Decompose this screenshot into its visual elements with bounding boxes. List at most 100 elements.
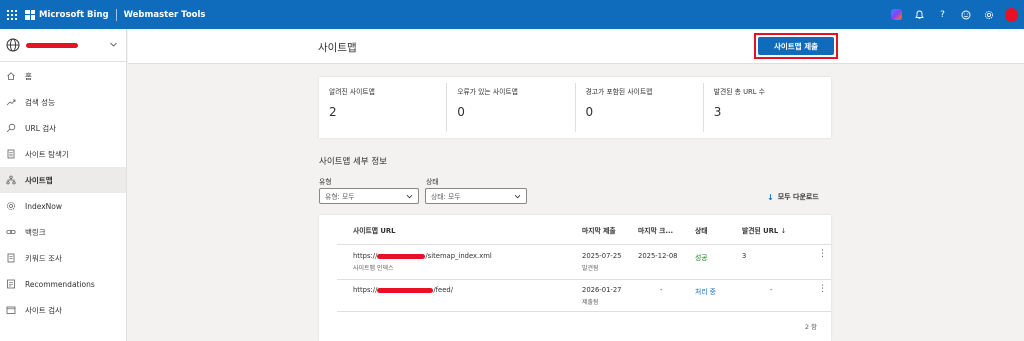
type-filter-label: 유형 (319, 178, 332, 186)
link-icon (6, 227, 16, 237)
list-icon (6, 279, 16, 289)
more-actions-icon[interactable]: ⋮ (818, 284, 827, 294)
download-icon: ↓ (767, 192, 774, 202)
row-divider (337, 244, 831, 245)
stat-card-warning-sitemaps: 경고가 포함된 사이트맵 0 (576, 83, 704, 132)
row-divider (337, 311, 831, 312)
column-header-url[interactable]: 사이트맵 URL (353, 225, 395, 235)
redaction-mark (377, 253, 426, 259)
stat-label: 경고가 포함된 사이트맵 (585, 88, 653, 96)
stat-card-known-sitemaps: 알려진 사이트맵 2 (319, 83, 448, 132)
bell-icon[interactable] (913, 8, 926, 21)
last-crawled-cell: 2025-12-08 (638, 252, 678, 260)
chevron-down-icon[interactable] (109, 40, 118, 49)
status-filter-label: 상태 (426, 178, 439, 186)
microsoft-logo-icon (25, 9, 35, 20)
brand-divider (115, 8, 117, 21)
gear-icon (6, 201, 16, 211)
sidebar-item-label: 키워드 조사 (25, 253, 62, 263)
document-icon (6, 253, 16, 263)
column-header-discovered-urls[interactable]: 발견된 URL ↓ (742, 225, 786, 235)
url-suffix: /feed/ (433, 286, 454, 294)
sidebar-item-url-inspection[interactable]: URL 검사 (0, 115, 126, 141)
sidebar-item-label: URL 검사 (25, 123, 57, 133)
type-filter-value: 유형: 모두 (325, 193, 355, 201)
redaction-mark (26, 43, 78, 48)
sidebar-item-label: 홈 (25, 71, 32, 81)
column-header-last-crawled[interactable]: 마지막 크... (638, 225, 673, 235)
avatar[interactable] (1005, 7, 1018, 22)
sitemap-url-cell[interactable]: https:// /feed/ (353, 286, 453, 294)
top-bar: Microsoft Bing Webmaster Tools ? (0, 0, 1024, 29)
globe-icon (6, 38, 20, 52)
column-header-status[interactable]: 상태 (695, 225, 708, 235)
last-submitted-date: 2025-07-25 (582, 252, 622, 260)
status-cell: 성공 (695, 254, 708, 262)
chevron-down-icon (514, 194, 521, 199)
sidebar-item-label: 사이트맵 (25, 175, 53, 185)
last-submitted-cell: 2025-07-25 발견됨 (582, 252, 622, 272)
discovered-urls-cell: - (770, 286, 773, 294)
page-title: 사이트맵 (318, 42, 357, 54)
column-header-last-submitted[interactable]: 마지막 제출 (582, 225, 616, 235)
redaction-mark (377, 287, 434, 293)
sitemap-type: 사이트맵 인덱스 (353, 265, 394, 272)
stat-card-error-sitemaps: 오류가 있는 사이트맵 0 (447, 83, 576, 132)
sidebar-item-keyword-research[interactable]: 키워드 조사 (0, 245, 126, 271)
chevron-down-icon (406, 194, 413, 199)
sidebar-item-label: 백링크 (25, 227, 46, 237)
help-icon[interactable]: ? (936, 8, 949, 21)
sidebar-item-recommendations[interactable]: Recommendations (0, 271, 126, 297)
sidebar-item-label: 사이트 검사 (25, 305, 62, 315)
browser-icon (6, 305, 16, 315)
submit-sitemap-button[interactable]: 사이트맵 제출 (758, 37, 834, 55)
trend-icon (6, 97, 16, 107)
sitemap-url-cell[interactable]: https:// /sitemap_index.xml 사이트맵 인덱스 (353, 252, 492, 272)
sidebar-item-label: IndexNow (25, 201, 62, 211)
url-suffix: /sitemap_index.xml (425, 252, 492, 260)
download-all-button[interactable]: ↓ 모두 다운로드 (767, 192, 819, 202)
feedback-smiley-icon[interactable] (959, 8, 972, 21)
section-title: 사이트맵 세부 정보 (319, 157, 387, 167)
row-divider (337, 279, 831, 280)
sidebar-item-indexnow[interactable]: IndexNow (0, 193, 126, 219)
top-bar-actions: ? (890, 0, 1018, 29)
sidebar-item-label: Recommendations (25, 279, 95, 289)
sidebar-item-site-scan[interactable]: 사이트 검사 (0, 297, 126, 323)
sitemaps-table: 사이트맵 URL 마지막 제출 마지막 크... 상태 발견된 URL ↓ ht… (319, 215, 831, 341)
sidebar-item-home[interactable]: 홈 (0, 63, 126, 89)
item-count: 2 항 (804, 323, 817, 331)
stat-label: 오류가 있는 사이트맵 (457, 88, 518, 96)
type-filter-select[interactable]: 유형: 모두 (319, 188, 419, 204)
more-actions-icon[interactable]: ⋮ (818, 249, 827, 259)
settings-gear-icon[interactable] (982, 8, 995, 21)
app-launcher-icon[interactable] (7, 9, 17, 20)
brand-name[interactable]: Microsoft Bing (39, 10, 109, 20)
column-header-label: 발견된 URL (742, 227, 779, 235)
stats-cards: 알려진 사이트맵 2 오류가 있는 사이트맵 0 경고가 포함된 사이트맵 0 … (319, 77, 831, 138)
discovered-urls-cell: 3 (742, 252, 747, 260)
sidebar-item-backlinks[interactable]: 백링크 (0, 219, 126, 245)
submit-highlight: 사이트맵 제출 (754, 33, 838, 59)
last-submitted-date: 2026-01-27 (582, 286, 622, 294)
sidebar-item-label: 검색 성능 (25, 97, 55, 107)
stat-label: 알려진 사이트맵 (329, 88, 375, 96)
sidebar-item-search-performance[interactable]: 검색 성능 (0, 89, 126, 115)
sidebar-item-sitemaps[interactable]: 사이트맵 (0, 167, 126, 193)
sidebar-item-label: 사이트 탐색기 (25, 149, 69, 159)
sidebar-item-site-explorer[interactable]: 사이트 탐색기 (0, 141, 126, 167)
submission-source: 발견됨 (582, 265, 599, 272)
copilot-icon[interactable] (890, 8, 903, 21)
stat-value: 0 (585, 105, 594, 119)
product-name[interactable]: Webmaster Tools (124, 10, 206, 20)
stat-value: 3 (713, 105, 722, 119)
url-prefix: https:// (353, 286, 378, 294)
stat-value: 2 (329, 105, 337, 119)
site-picker[interactable] (0, 29, 126, 62)
last-crawled-cell: - (660, 286, 663, 294)
sidebar: 홈 검색 성능 URL 검사 사이트 탐색기 사이트맵 IndexNow 백링크 (0, 29, 127, 341)
page-header: 사이트맵 사이트맵 제출 (128, 29, 1024, 64)
status-filter-select[interactable]: 상태: 모두 (425, 188, 527, 204)
home-icon (6, 71, 16, 81)
download-label: 모두 다운로드 (777, 193, 819, 201)
